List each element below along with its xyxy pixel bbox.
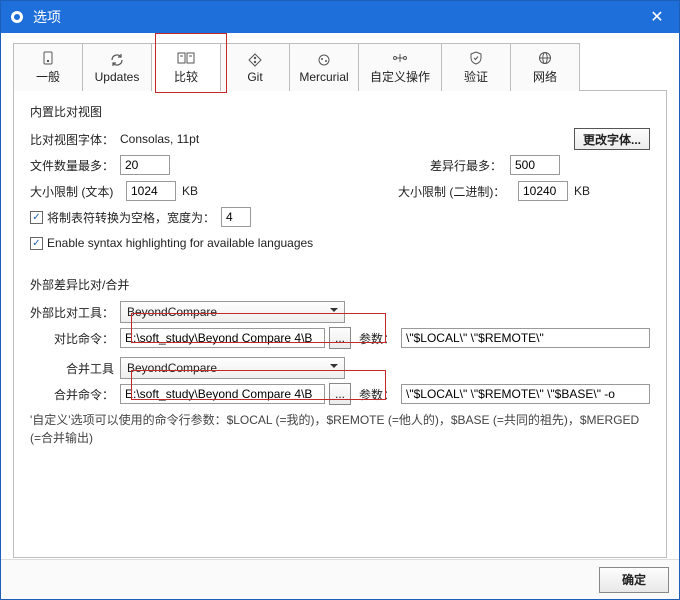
tab-label: 一般 [36, 68, 60, 85]
external-section-title: 外部差异比对/合并 [30, 276, 650, 293]
merge-tool-label: 合并工具 [66, 360, 120, 377]
titlebar: 选项 ✕ [1, 1, 679, 33]
max-files-label: 文件数量最多： [30, 157, 120, 174]
git-icon [246, 52, 264, 68]
close-button[interactable]: ✕ [641, 1, 673, 33]
diff-tool-select[interactable]: BeyondCompare [120, 301, 345, 323]
compare-icon [177, 50, 195, 66]
merge-tool-value: BeyondCompare [127, 361, 217, 375]
dialog-footer: 确定 [1, 559, 679, 599]
tab-label: Git [247, 70, 262, 84]
tab-label: 验证 [464, 68, 488, 85]
size-text-input[interactable] [126, 181, 176, 201]
tab-width-input[interactable] [221, 207, 251, 227]
merge-args-label: 参数： [359, 386, 395, 403]
diff-args-label: 参数： [359, 330, 395, 347]
tab-label: Updates [95, 70, 140, 84]
auth-icon [467, 50, 485, 66]
change-font-button[interactable]: 更改字体... [574, 128, 650, 150]
window-title: 选项 [33, 7, 61, 27]
tab-network[interactable]: 网络 [510, 43, 580, 91]
merge-cmd-label: 合并命令： [54, 386, 120, 403]
builtin-section-title: 内置比对视图 [30, 103, 650, 120]
tab-general[interactable]: 一般 [13, 43, 83, 91]
mercurial-icon [315, 52, 333, 68]
size-bin-input[interactable] [518, 181, 568, 201]
updates-icon [108, 52, 126, 68]
max-diff-lines-input[interactable] [510, 155, 560, 175]
options-window: 选项 ✕ 一般 Updates 比较 Git [0, 0, 680, 600]
tab-label: Mercurial [299, 70, 348, 84]
diff-cmd-label: 对比命令： [54, 330, 120, 347]
app-icon [9, 9, 25, 25]
diff-tool-label: 外部比对工具： [30, 304, 120, 321]
size-text-label: 大小限制 (文本) [30, 183, 126, 200]
merge-tool-select[interactable]: BeyondCompare [120, 357, 345, 379]
tab-custom-actions[interactable]: 自定义操作 [358, 43, 442, 91]
tab-git[interactable]: Git [220, 43, 290, 91]
tab-label: 自定义操作 [370, 68, 430, 85]
tab-updates[interactable]: Updates [82, 43, 152, 91]
font-label: 比对视图字体： [30, 131, 120, 148]
merge-cmd-browse-button[interactable]: ... [329, 383, 351, 405]
font-value: Consolas, 11pt [120, 132, 199, 146]
general-icon [39, 50, 57, 66]
max-files-input[interactable] [120, 155, 170, 175]
tabs-to-spaces-checkbox[interactable]: ✓ [30, 211, 43, 224]
compare-panel: 内置比对视图 比对视图字体： Consolas, 11pt 更改字体... 文件… [13, 90, 667, 558]
diff-cmd-input[interactable] [120, 328, 325, 348]
syntax-highlight-checkbox[interactable]: ✓ [30, 237, 43, 250]
diff-cmd-browse-button[interactable]: ... [329, 327, 351, 349]
max-diff-lines-label: 差异行最多： [430, 157, 510, 174]
size-bin-unit: KB [574, 184, 590, 198]
custom-actions-icon [391, 50, 409, 66]
syntax-highlight-label: Enable syntax highlighting for available… [47, 236, 313, 250]
size-text-unit: KB [182, 184, 198, 198]
merge-args-input[interactable] [401, 384, 650, 404]
ok-button[interactable]: 确定 [599, 567, 669, 593]
tab-label: 网络 [533, 68, 557, 85]
tab-bar: 一般 Updates 比较 Git Mercurial 自定义操作 [13, 43, 667, 91]
tabs-to-spaces-label: 将制表符转换为空格，宽度为： [47, 209, 215, 226]
tab-mercurial[interactable]: Mercurial [289, 43, 359, 91]
tab-compare[interactable]: 比较 [151, 43, 221, 91]
diff-args-input[interactable] [401, 328, 650, 348]
diff-tool-value: BeyondCompare [127, 305, 217, 319]
custom-args-hint: '自定义'选项可以使用的命令行参数：$LOCAL (=我的)，$REMOTE (… [30, 411, 650, 447]
network-icon [536, 50, 554, 66]
tab-label: 比较 [174, 68, 198, 85]
size-bin-label: 大小限制 (二进制)： [398, 183, 518, 200]
merge-cmd-input[interactable] [120, 384, 325, 404]
tab-auth[interactable]: 验证 [441, 43, 511, 91]
